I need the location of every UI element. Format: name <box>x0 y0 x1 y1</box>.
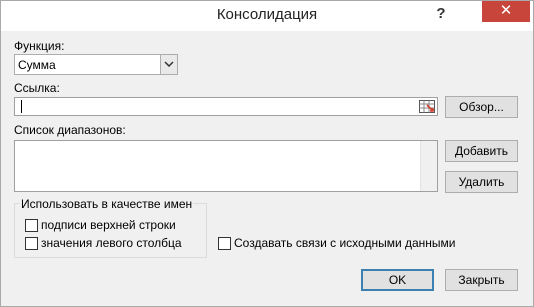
function-select[interactable]: Сумма <box>14 54 178 75</box>
close-icon: ✕ <box>499 2 513 19</box>
ranges-label: Список диапазонов: <box>14 123 126 137</box>
reference-label: Ссылка: <box>14 81 60 95</box>
browse-button[interactable]: Обзор... <box>445 96 518 118</box>
delete-button[interactable]: Удалить <box>445 171 518 193</box>
help-button[interactable]: ? <box>431 3 451 25</box>
title-bar: Консолидация ? ✕ <box>1 1 533 31</box>
left-column-checkbox[interactable] <box>25 237 38 250</box>
reference-input[interactable] <box>14 97 438 116</box>
ok-button[interactable]: OK <box>361 269 434 291</box>
text-caret <box>21 100 22 113</box>
range-select-button[interactable] <box>417 98 437 115</box>
close-window-button[interactable]: ✕ <box>482 1 530 22</box>
dialog-title: Консолидация <box>216 6 318 23</box>
left-column-label: значения левого столбца <box>41 236 182 250</box>
add-button[interactable]: Добавить <box>445 140 518 162</box>
ranges-listbox[interactable] <box>14 140 438 192</box>
listbox-scrollbar[interactable] <box>420 141 437 191</box>
create-links-label: Создавать связи с исходными данными <box>234 236 456 250</box>
consolidate-dialog: Консолидация ? ✕ Функция: Сумма Ссылка: … <box>0 0 534 307</box>
function-select-value: Сумма <box>18 58 56 72</box>
dropdown-arrow[interactable] <box>160 55 177 74</box>
labels-group-title: Использовать в качестве имен <box>20 197 194 211</box>
top-row-label: подписи верхней строки <box>41 218 176 232</box>
function-label: Функция: <box>14 39 65 53</box>
create-links-checkbox[interactable] <box>218 237 231 250</box>
top-row-checkbox[interactable] <box>25 219 38 232</box>
close-button[interactable]: Закрыть <box>445 269 518 291</box>
range-select-icon <box>419 100 435 113</box>
chevron-down-icon <box>164 61 174 67</box>
